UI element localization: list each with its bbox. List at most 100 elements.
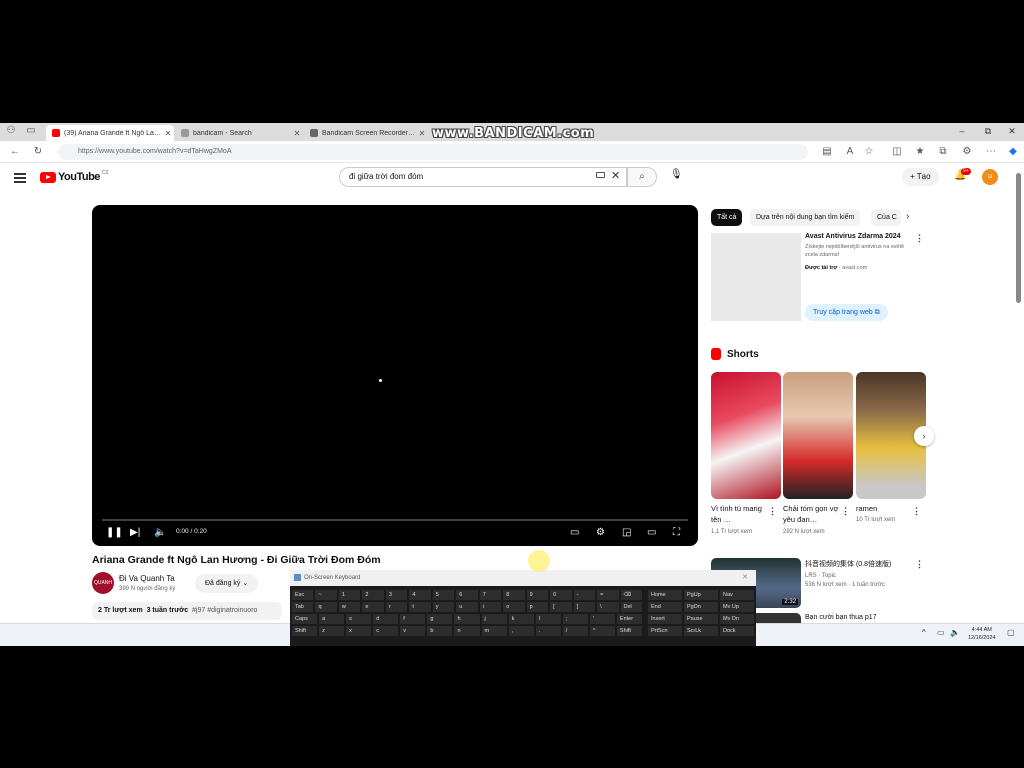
tab-bandicam-download[interactable]: Bandicam Screen Recorder Down… ✕ [304, 125, 428, 141]
osk-key[interactable]: e [362, 602, 384, 612]
collections-icon[interactable]: ⧉ [936, 145, 950, 159]
copilot-icon[interactable]: ◆ [1006, 145, 1020, 159]
osk-key[interactable]: - [573, 590, 596, 600]
osk-key[interactable]: , [508, 626, 534, 636]
more-options-icon[interactable]: ⋮ [915, 233, 924, 244]
avatar[interactable]: u [982, 169, 998, 185]
short-thumbnail[interactable] [711, 372, 781, 499]
osk-key[interactable]: s [346, 614, 372, 624]
channel-name[interactable]: Đi Va Quanh Ta [119, 574, 175, 583]
osk-key[interactable]: Shift [616, 626, 642, 636]
osk-key[interactable]: Home [648, 590, 682, 600]
taskbar-clock[interactable]: 4:44 AM 12/16/2024 [968, 626, 996, 642]
hashtags[interactable]: #j97 #diginatroinuoro [192, 607, 257, 614]
short-title[interactable]: ramen [856, 503, 914, 514]
osk-key[interactable]: ⌫ [620, 590, 642, 600]
shorts-next-button[interactable]: › [914, 426, 934, 446]
osk-key[interactable]: \ [597, 602, 619, 612]
osk-key[interactable]: f [400, 614, 426, 624]
osk-key[interactable]: g [427, 614, 453, 624]
osk-key[interactable]: PgDn [684, 602, 718, 612]
osk-key[interactable]: 7 [479, 590, 502, 600]
osk-key[interactable]: v [400, 626, 426, 636]
tab-actions-icon[interactable]: ▭ [24, 124, 38, 138]
osk-key[interactable]: PgUp [684, 590, 718, 600]
subtitles-icon[interactable]: ▭ [570, 526, 579, 540]
create-button[interactable]: + Tạo [902, 168, 939, 186]
microphone-icon[interactable]: 🎙 [670, 169, 683, 180]
osk-key[interactable]: Mv Dn [720, 614, 754, 624]
osk-key[interactable]: ~ [315, 590, 337, 600]
osk-key[interactable]: Tab [292, 602, 314, 612]
osk-key[interactable]: j [481, 614, 507, 624]
osk-key[interactable]: b [427, 626, 453, 636]
fullscreen-icon[interactable]: ⛶ [673, 526, 680, 540]
profile-icon[interactable]: ⚇ [4, 124, 18, 138]
chevron-right-icon[interactable]: › [906, 211, 909, 222]
more-options-icon[interactable]: ⋮ [768, 506, 777, 517]
osk-close-icon[interactable]: ✕ [742, 570, 748, 586]
recommended-title[interactable]: Bạn cười bạn thua p17 [805, 614, 877, 621]
close-tab-icon[interactable]: ✕ [291, 129, 303, 138]
back-icon[interactable]: ← [8, 145, 22, 159]
osk-key[interactable]: End [648, 602, 682, 612]
osk-key[interactable]: Caps [292, 614, 318, 624]
osk-key[interactable]: x [346, 626, 372, 636]
favorite-icon[interactable]: ☆ [862, 145, 876, 159]
osk-key[interactable]: ' [589, 614, 615, 624]
settings-icon[interactable]: ⚙ [596, 526, 605, 540]
visit-site-button[interactable]: Truy cập trang web ⧉ [805, 304, 888, 321]
network-icon[interactable]: ▭ [937, 628, 945, 637]
chip-from-channel[interactable]: Của C [871, 209, 901, 226]
osk-key[interactable]: Mv Up [720, 602, 754, 612]
osk-key[interactable]: k [508, 614, 534, 624]
miniplayer-icon[interactable]: ◲ [622, 526, 631, 540]
tab-bandicam-search[interactable]: bandicam - Search ✕ [175, 125, 303, 141]
osk-key[interactable]: 0 [550, 590, 572, 600]
keyboard-icon[interactable] [596, 172, 605, 178]
search-button[interactable]: ⌕ [627, 167, 657, 187]
osk-key[interactable]: o [503, 602, 525, 612]
osk-key[interactable]: n [454, 626, 480, 636]
osk-key[interactable]: q [315, 602, 337, 612]
osk-key[interactable]: h [454, 614, 480, 624]
osk-key[interactable]: = [597, 590, 619, 600]
chip-all[interactable]: Tất cả [711, 209, 743, 226]
osk-key[interactable]: 6 [456, 590, 478, 600]
search-input[interactable]: đi giữa trời đom đóm [339, 167, 627, 187]
osk-key[interactable]: [ [550, 602, 572, 612]
description-box[interactable]: 2 Tr lượt xem 3 tuần trước #j97 #diginat… [92, 602, 282, 620]
osk-key[interactable]: w [338, 602, 361, 612]
osk-title-bar[interactable]: On-Screen Keyboard ✕ [290, 570, 756, 586]
osk-key[interactable]: 9 [526, 590, 549, 600]
close-tab-icon[interactable]: ✕ [416, 129, 428, 138]
osk-key[interactable]: . [535, 626, 561, 636]
osk-key[interactable]: 2 [362, 590, 384, 600]
more-options-icon[interactable]: ⋮ [912, 506, 921, 517]
subscribed-button[interactable]: Đã đăng ký ⌄ [195, 574, 259, 593]
osk-key[interactable]: 4 [409, 590, 431, 600]
close-window-button[interactable]: ✕ [1002, 126, 1022, 137]
channel-avatar[interactable]: QUANH TA [92, 572, 114, 608]
extensions-icon[interactable]: ⚙ [960, 145, 974, 159]
osk-key[interactable]: d [373, 614, 399, 624]
osk-key[interactable]: PrtScn [648, 626, 682, 636]
hamburger-menu-icon[interactable] [14, 173, 26, 185]
page-scrollbar[interactable] [1016, 173, 1021, 303]
notification-center-icon[interactable]: ▢ [1007, 628, 1015, 637]
osk-key[interactable]: i [479, 602, 502, 612]
osk-key[interactable]: t [409, 602, 431, 612]
chip-based-on-search[interactable]: Dựa trên nội dung bạn tìm kiếm [750, 209, 861, 226]
url-input[interactable]: https://www.youtube.com/watch?v=dTaHwgZM… [58, 144, 808, 160]
osk-key[interactable]: m [481, 626, 507, 636]
more-icon[interactable]: ⋯ [984, 145, 998, 159]
osk-key[interactable]: Enter [616, 614, 642, 624]
close-tab-icon[interactable]: ✕ [162, 129, 174, 138]
osk-key[interactable]: Nav [720, 590, 754, 600]
progress-bar[interactable] [102, 519, 688, 521]
osk-key[interactable]: u [456, 602, 478, 612]
osk-key[interactable]: 5 [432, 590, 455, 600]
osk-key[interactable]: Esc [292, 590, 314, 600]
volume-tray-icon[interactable]: 🔈 [950, 628, 960, 637]
video-player[interactable]: ❚❚ ▶| 🔈 0:00 / 0:20 ▭ ⚙ ◲ ▭ ⛶ [92, 205, 698, 546]
